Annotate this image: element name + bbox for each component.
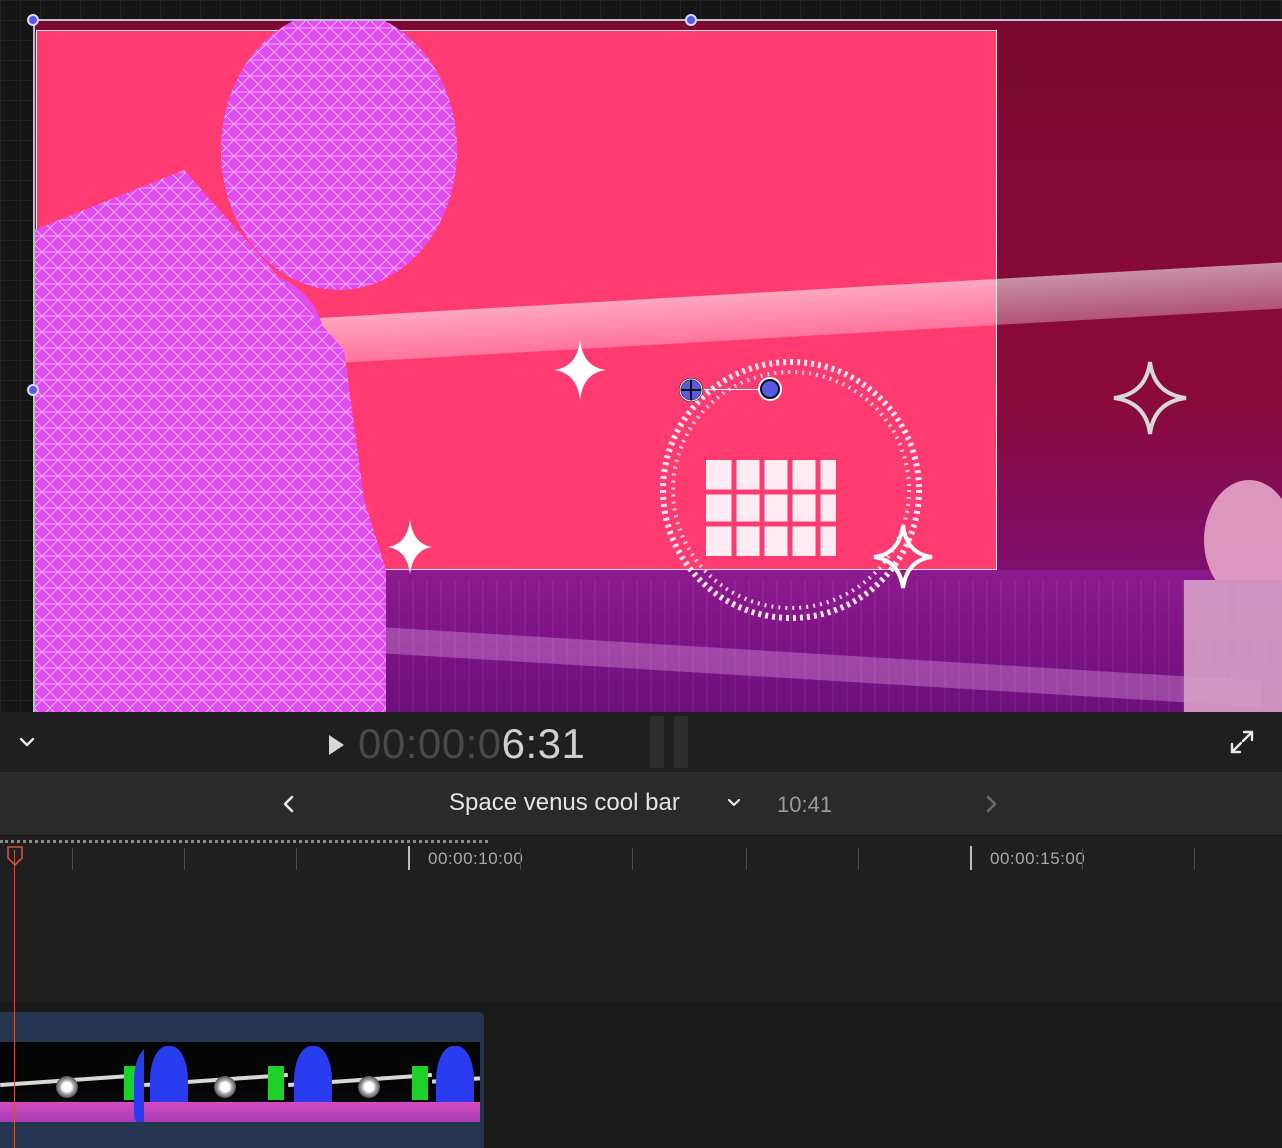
wireframe-figure [34,20,1282,712]
clip-thumbnail [0,1042,144,1122]
chevron-down-icon[interactable] [16,732,38,752]
ruler-tick [72,848,73,870]
right-figure [1184,480,1282,712]
ruler-tick [858,848,859,870]
clip-thumbnail [288,1042,432,1122]
sparkle-icon [554,340,606,400]
ruler-label: 00:00:15:00 [990,849,1086,868]
ruler-label: 00:00:10:00 [428,849,524,868]
clip-thumbnail [432,1042,480,1122]
ruler-tick [1194,848,1195,870]
viewer [0,0,1282,712]
ruler-tick [746,848,747,870]
video-frame[interactable] [34,20,1282,712]
timecode-leading: 00:00:0 [358,720,502,767]
playhead[interactable] [14,850,15,1148]
timeline-header: Space venus cool bar 10:41 [0,773,1282,836]
rotation-handle[interactable] [760,379,780,399]
audio-meters [650,716,692,768]
timeline-ruler[interactable]: 00:00:10:00 00:00:15:00 [0,836,1282,876]
clip-filmstrip[interactable] [0,1042,480,1122]
fullscreen-icon[interactable] [1228,728,1256,756]
ruler-tick-major [408,846,410,870]
ruler-tick [184,848,185,870]
sparkle-icon [873,525,933,589]
transform-top-edge[interactable] [33,19,1282,21]
ruler-tick [632,848,633,870]
ruler-tick [1082,848,1083,870]
chevron-right-icon[interactable] [982,793,1000,815]
sparkle-icon [388,520,432,574]
play-icon[interactable] [326,733,346,757]
transport-bar: 00:00:06:31 [0,712,1282,773]
timecode-display[interactable]: 00:00:06:31 [358,720,585,768]
chevron-left-icon[interactable] [280,793,298,815]
sparkle-icon [1113,361,1187,435]
project-duration: 10:41 [777,792,833,817]
chevron-down-icon[interactable] [726,795,742,811]
project-name[interactable]: Space venus cool bar [449,789,680,817]
clip-thumbnail [144,1042,288,1122]
anchor-point-icon[interactable] [678,377,704,403]
render-indicator [0,840,488,843]
transform-left-edge[interactable] [33,19,35,712]
rotation-line [704,389,764,390]
ruler-tick [520,848,521,870]
ruler-tick [296,848,297,870]
transform-handle-left-center[interactable] [27,384,39,396]
transform-handle-top-center[interactable] [685,14,697,26]
timecode-value: 6:31 [501,720,586,767]
timeline-upper-lane[interactable] [0,876,1282,1002]
ruler-tick-major [970,846,972,870]
playhead-icon[interactable] [7,846,23,866]
transform-handle-top-left[interactable] [27,14,39,26]
